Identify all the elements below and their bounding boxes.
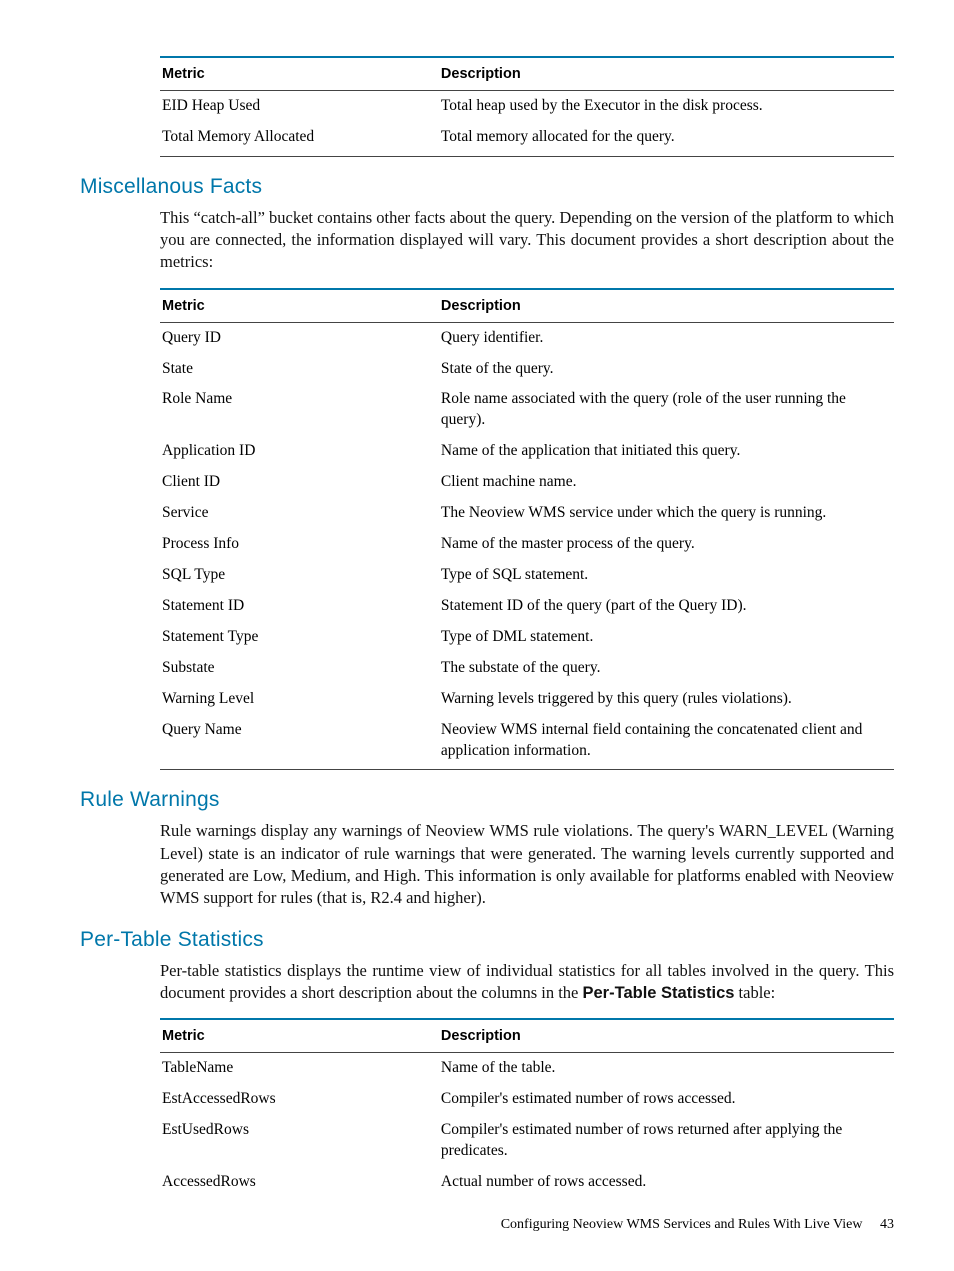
metric-cell: Query Name xyxy=(160,715,439,770)
metric-cell: AccessedRows xyxy=(160,1167,439,1201)
heap-table: Metric Description EID Heap UsedTotal he… xyxy=(160,56,894,157)
heap-table-body: EID Heap UsedTotal heap used by the Exec… xyxy=(160,91,894,157)
metric-cell: Statement Type xyxy=(160,622,439,653)
table-row: Statement IDStatement ID of the query (p… xyxy=(160,591,894,622)
table-row: Query IDQuery identifier. xyxy=(160,322,894,353)
footer-text: Configuring Neoview WMS Services and Rul… xyxy=(501,1217,863,1232)
metric-cell: SQL Type xyxy=(160,560,439,591)
metric-cell: Role Name xyxy=(160,384,439,436)
table-header-desc: Description xyxy=(439,57,894,91)
table-row: Query NameNeoview WMS internal field con… xyxy=(160,715,894,770)
heap-table-block: Metric Description EID Heap UsedTotal he… xyxy=(160,56,894,157)
misc-facts-table: Metric Description Query IDQuery identif… xyxy=(160,288,894,771)
page: Metric Description EID Heap UsedTotal he… xyxy=(0,0,954,1271)
table-row: EstUsedRowsCompiler's estimated number o… xyxy=(160,1115,894,1167)
table-row: Process InfoName of the master process o… xyxy=(160,529,894,560)
table-row: ServiceThe Neoview WMS service under whi… xyxy=(160,498,894,529)
page-footer: Configuring Neoview WMS Services and Rul… xyxy=(501,1217,894,1233)
pertable-heading: Per-Table Statistics xyxy=(80,928,894,952)
metric-cell: TableName xyxy=(160,1053,439,1084)
table-header-metric: Metric xyxy=(160,289,439,323)
description-cell: Compiler's estimated number of rows retu… xyxy=(439,1115,894,1167)
description-cell: Compiler's estimated number of rows acce… xyxy=(439,1084,894,1115)
table-row: Statement TypeType of DML statement. xyxy=(160,622,894,653)
description-cell: Actual number of rows accessed. xyxy=(439,1167,894,1201)
metric-cell: EstUsedRows xyxy=(160,1115,439,1167)
table-row: StateState of the query. xyxy=(160,354,894,385)
description-cell: State of the query. xyxy=(439,354,894,385)
table-header-desc: Description xyxy=(439,289,894,323)
metric-cell: Process Info xyxy=(160,529,439,560)
table-row: EID Heap UsedTotal heap used by the Exec… xyxy=(160,91,894,122)
metric-cell: Total Memory Allocated xyxy=(160,122,439,156)
description-cell: Type of SQL statement. xyxy=(439,560,894,591)
pertable-block: Per-table statistics displays the runtim… xyxy=(160,960,894,1201)
table-header-metric: Metric xyxy=(160,1019,439,1053)
footer-page-number: 43 xyxy=(880,1217,894,1232)
metric-cell: Substate xyxy=(160,653,439,684)
description-cell: The substate of the query. xyxy=(439,653,894,684)
table-row: TableNameName of the table. xyxy=(160,1053,894,1084)
metric-cell: EstAccessedRows xyxy=(160,1084,439,1115)
description-cell: Statement ID of the query (part of the Q… xyxy=(439,591,894,622)
metric-cell: Warning Level xyxy=(160,684,439,715)
description-cell: Query identifier. xyxy=(439,322,894,353)
misc-facts-heading: Miscellanous Facts xyxy=(80,175,894,199)
description-cell: Role name associated with the query (rol… xyxy=(439,384,894,436)
description-cell: The Neoview WMS service under which the … xyxy=(439,498,894,529)
pertable-table: Metric Description TableNameName of the … xyxy=(160,1018,894,1201)
description-cell: Type of DML statement. xyxy=(439,622,894,653)
pertable-body-pre: Per-table statistics displays the runtim… xyxy=(160,961,894,1002)
table-row: EstAccessedRowsCompiler's estimated numb… xyxy=(160,1084,894,1115)
table-row: Application IDName of the application th… xyxy=(160,436,894,467)
description-cell: Total memory allocated for the query. xyxy=(439,122,894,156)
table-header-desc: Description xyxy=(439,1019,894,1053)
rule-warnings-block: Rule warnings display any warnings of Ne… xyxy=(160,820,894,909)
metric-cell: Query ID xyxy=(160,322,439,353)
table-header-metric: Metric xyxy=(160,57,439,91)
description-cell: Name of the table. xyxy=(439,1053,894,1084)
metric-cell: State xyxy=(160,354,439,385)
table-row: Total Memory AllocatedTotal memory alloc… xyxy=(160,122,894,156)
description-cell: Name of the application that initiated t… xyxy=(439,436,894,467)
description-cell: Neoview WMS internal field containing th… xyxy=(439,715,894,770)
description-cell: Total heap used by the Executor in the d… xyxy=(439,91,894,122)
metric-cell: EID Heap Used xyxy=(160,91,439,122)
description-cell: Warning levels triggered by this query (… xyxy=(439,684,894,715)
rule-warnings-body: Rule warnings display any warnings of Ne… xyxy=(160,820,894,909)
metric-cell: Statement ID xyxy=(160,591,439,622)
pertable-table-body: TableNameName of the table.EstAccessedRo… xyxy=(160,1053,894,1201)
table-row: SQL TypeType of SQL statement. xyxy=(160,560,894,591)
misc-facts-body: This “catch-all” bucket contains other f… xyxy=(160,207,894,274)
pertable-body: Per-table statistics displays the runtim… xyxy=(160,960,894,1005)
table-row: Role NameRole name associated with the q… xyxy=(160,384,894,436)
metric-cell: Application ID xyxy=(160,436,439,467)
rule-warnings-heading: Rule Warnings xyxy=(80,788,894,812)
metric-cell: Service xyxy=(160,498,439,529)
pertable-body-bold: Per-Table Statistics xyxy=(583,984,735,1002)
table-row: AccessedRowsActual number of rows access… xyxy=(160,1167,894,1201)
misc-facts-block: This “catch-all” bucket contains other f… xyxy=(160,207,894,771)
pertable-body-post: table: xyxy=(734,983,775,1002)
description-cell: Name of the master process of the query. xyxy=(439,529,894,560)
table-row: Warning LevelWarning levels triggered by… xyxy=(160,684,894,715)
table-row: SubstateThe substate of the query. xyxy=(160,653,894,684)
metric-cell: Client ID xyxy=(160,467,439,498)
misc-facts-table-body: Query IDQuery identifier.StateState of t… xyxy=(160,322,894,770)
table-row: Client IDClient machine name. xyxy=(160,467,894,498)
description-cell: Client machine name. xyxy=(439,467,894,498)
